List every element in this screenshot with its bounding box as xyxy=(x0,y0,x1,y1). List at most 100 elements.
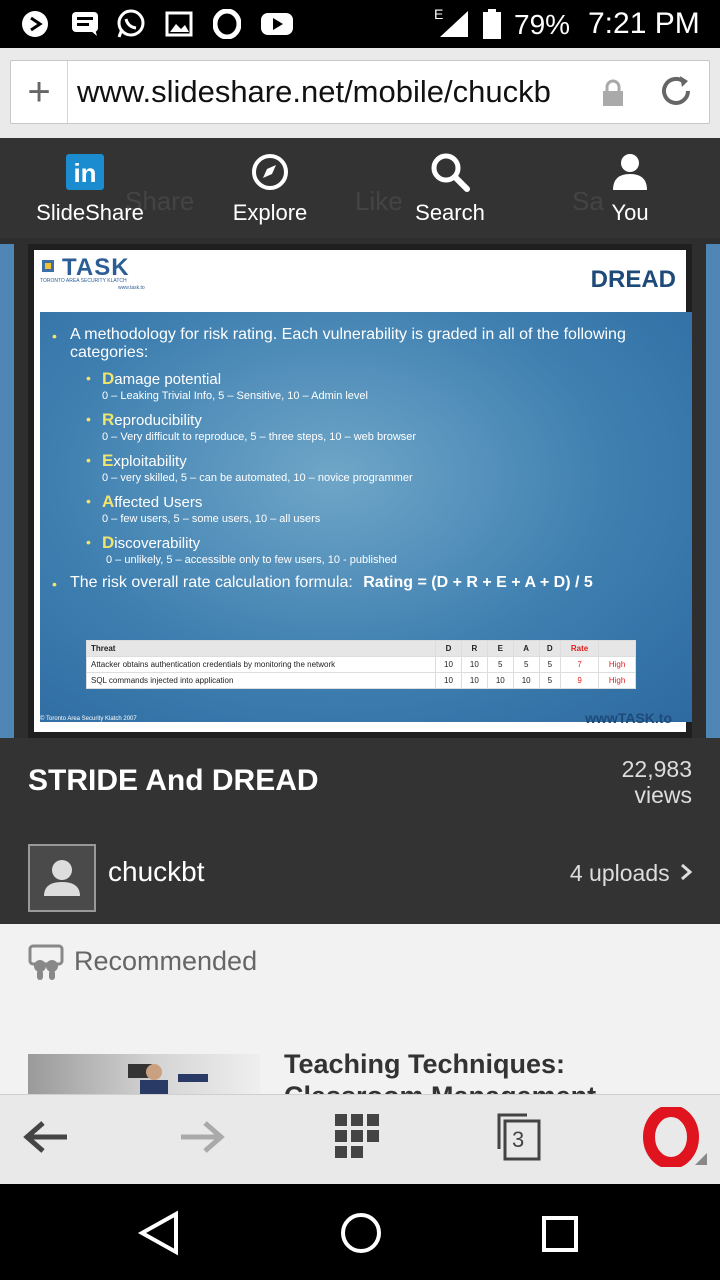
previous-slide-peek[interactable] xyxy=(0,244,14,738)
new-tab-plus-button[interactable]: + xyxy=(11,61,68,123)
youtube-icon xyxy=(260,10,294,38)
url-text[interactable]: www.slideshare.net/mobile/chuckb xyxy=(77,74,597,110)
uploads-label: 4 uploads xyxy=(569,860,670,886)
search-icon xyxy=(430,152,470,192)
recommended-item-title[interactable]: Teaching Techniques: Classroom Managemen… xyxy=(284,1048,684,1094)
image-icon xyxy=(164,10,194,38)
task-logo: TASK TORONTO AREA SECURITY KLATCH www.ta… xyxy=(40,254,170,301)
circle-home-icon xyxy=(341,1213,381,1253)
author-name[interactable]: chuckbt xyxy=(108,856,205,888)
recommended-header: Recommended xyxy=(0,924,720,1005)
formula: Rating = (D + R + E + A + D) / 5 xyxy=(363,574,593,591)
nav-home-button[interactable] xyxy=(338,1210,384,1261)
slide-title: DREAD xyxy=(590,266,676,293)
bullet: • xyxy=(86,411,91,427)
table-cell: Attacker obtains authentication credenti… xyxy=(86,656,436,673)
arrow-right-icon xyxy=(181,1121,225,1153)
slide-viewer[interactable]: TASK TORONTO AREA SECURITY KLATCH www.ta… xyxy=(0,238,720,738)
android-nav-bar xyxy=(0,1184,720,1280)
table-cell: 5 xyxy=(486,656,514,673)
table-cell: 9 xyxy=(559,672,600,689)
table-row: SQL commands injected into application 1… xyxy=(86,672,636,689)
category-damage: Damage potential xyxy=(102,369,222,388)
category-affected-users: Affected Users xyxy=(102,492,203,511)
lock-icon xyxy=(599,79,627,107)
nav-you[interactable]: You xyxy=(540,138,720,238)
table-cell: High xyxy=(598,656,636,673)
table-cell: 10 xyxy=(460,672,488,689)
table-cell: 5 xyxy=(538,672,562,689)
opera-menu-button[interactable] xyxy=(638,1107,712,1167)
uploads-link[interactable]: 4 uploads xyxy=(569,860,693,887)
presentation-title: STRIDE And DREAD xyxy=(28,764,319,797)
table-header xyxy=(598,640,636,657)
address-bar[interactable]: + www.slideshare.net/mobile/chuckb xyxy=(10,60,710,124)
category-detail: 0 – Leaking Trivial Info, 5 – Sensitive,… xyxy=(102,390,368,402)
table-header-row: Threat D R E A D Rate xyxy=(86,640,636,657)
view-count-number: 22,983 xyxy=(621,756,692,782)
logo-url: www.task.to xyxy=(118,285,145,291)
bullet: • xyxy=(86,534,91,550)
nav-label: Explore xyxy=(232,200,308,225)
table-cell: 10 xyxy=(512,672,540,689)
slide-body: • A methodology for risk rating. Each vu… xyxy=(40,312,692,722)
reload-icon[interactable] xyxy=(656,71,696,111)
recommended-thumbnail[interactable] xyxy=(28,1054,260,1094)
back-button[interactable] xyxy=(16,1107,76,1167)
nav-label: SlideShare xyxy=(36,200,144,225)
view-count: 22,983 views xyxy=(622,756,692,808)
table-cell: 10 xyxy=(460,656,488,673)
grid-icon xyxy=(335,1114,379,1158)
slideshare-icon xyxy=(28,944,64,982)
nav-recents-button[interactable] xyxy=(540,1214,580,1259)
tabs-button[interactable]: 3 xyxy=(488,1107,548,1167)
arrow-left-icon xyxy=(23,1121,67,1153)
nav-search[interactable]: Search xyxy=(360,138,540,238)
triangle-back-icon xyxy=(137,1210,178,1256)
speed-dial-button[interactable] xyxy=(328,1107,388,1167)
formula-line: The risk overall rate calculation formul… xyxy=(70,574,593,592)
bullet: • xyxy=(52,328,57,344)
view-count-label: views xyxy=(634,782,692,808)
bullet: • xyxy=(86,370,91,386)
nav-slideshare[interactable]: in SlideShare xyxy=(0,138,180,238)
table-header: Rate xyxy=(559,640,600,657)
opera-logo-icon xyxy=(643,1107,707,1167)
address-bar-container: + www.slideshare.net/mobile/chuckb xyxy=(0,48,720,139)
tabs-count: 3 xyxy=(512,1127,525,1152)
browser-toolbar: 3 xyxy=(0,1094,720,1185)
bullet: • xyxy=(86,452,91,468)
next-slide-peek[interactable] xyxy=(706,244,720,738)
category-detail: 0 – Very difficult to reproduce, 5 – thr… xyxy=(102,431,417,443)
forward-button[interactable] xyxy=(172,1107,232,1167)
message-icon xyxy=(70,10,100,38)
nav-label: You xyxy=(611,200,649,225)
logo-subtitle: TORONTO AREA SECURITY KLATCH xyxy=(40,278,127,284)
formula-label: The risk overall rate calculation formul… xyxy=(70,574,353,591)
category-detail: 0 – unlikely, 5 – accessible only to few… xyxy=(106,554,397,566)
battery-icon xyxy=(480,9,504,39)
user-icon xyxy=(44,860,80,896)
status-bar: E 79% 7:21 PM xyxy=(0,0,720,48)
table-cell: High xyxy=(598,672,636,689)
network-type: E xyxy=(434,6,444,22)
nav-explore[interactable]: Explore xyxy=(180,138,360,238)
table-cell: 5 xyxy=(538,656,562,673)
table-cell: 10 xyxy=(435,672,462,689)
battery-level: 79% xyxy=(514,9,571,40)
table-header: E xyxy=(486,640,514,657)
avatar[interactable] xyxy=(28,844,96,912)
slide-footer-url: wwwTASK.to xyxy=(585,710,672,726)
table-cell: 10 xyxy=(435,656,462,673)
whatsapp-icon xyxy=(116,9,146,38)
nav-label: Search xyxy=(415,200,485,225)
recommended-label: Recommended xyxy=(74,946,258,976)
slide: TASK TORONTO AREA SECURITY KLATCH www.ta… xyxy=(28,244,692,738)
bullet: • xyxy=(52,576,57,592)
opera-icon xyxy=(212,9,242,39)
play-circle-icon xyxy=(20,10,50,38)
chevron-right-icon xyxy=(680,860,693,886)
user-icon xyxy=(610,152,650,192)
nav-back-button[interactable] xyxy=(136,1210,182,1261)
table-row: Attacker obtains authentication credenti… xyxy=(86,656,636,673)
